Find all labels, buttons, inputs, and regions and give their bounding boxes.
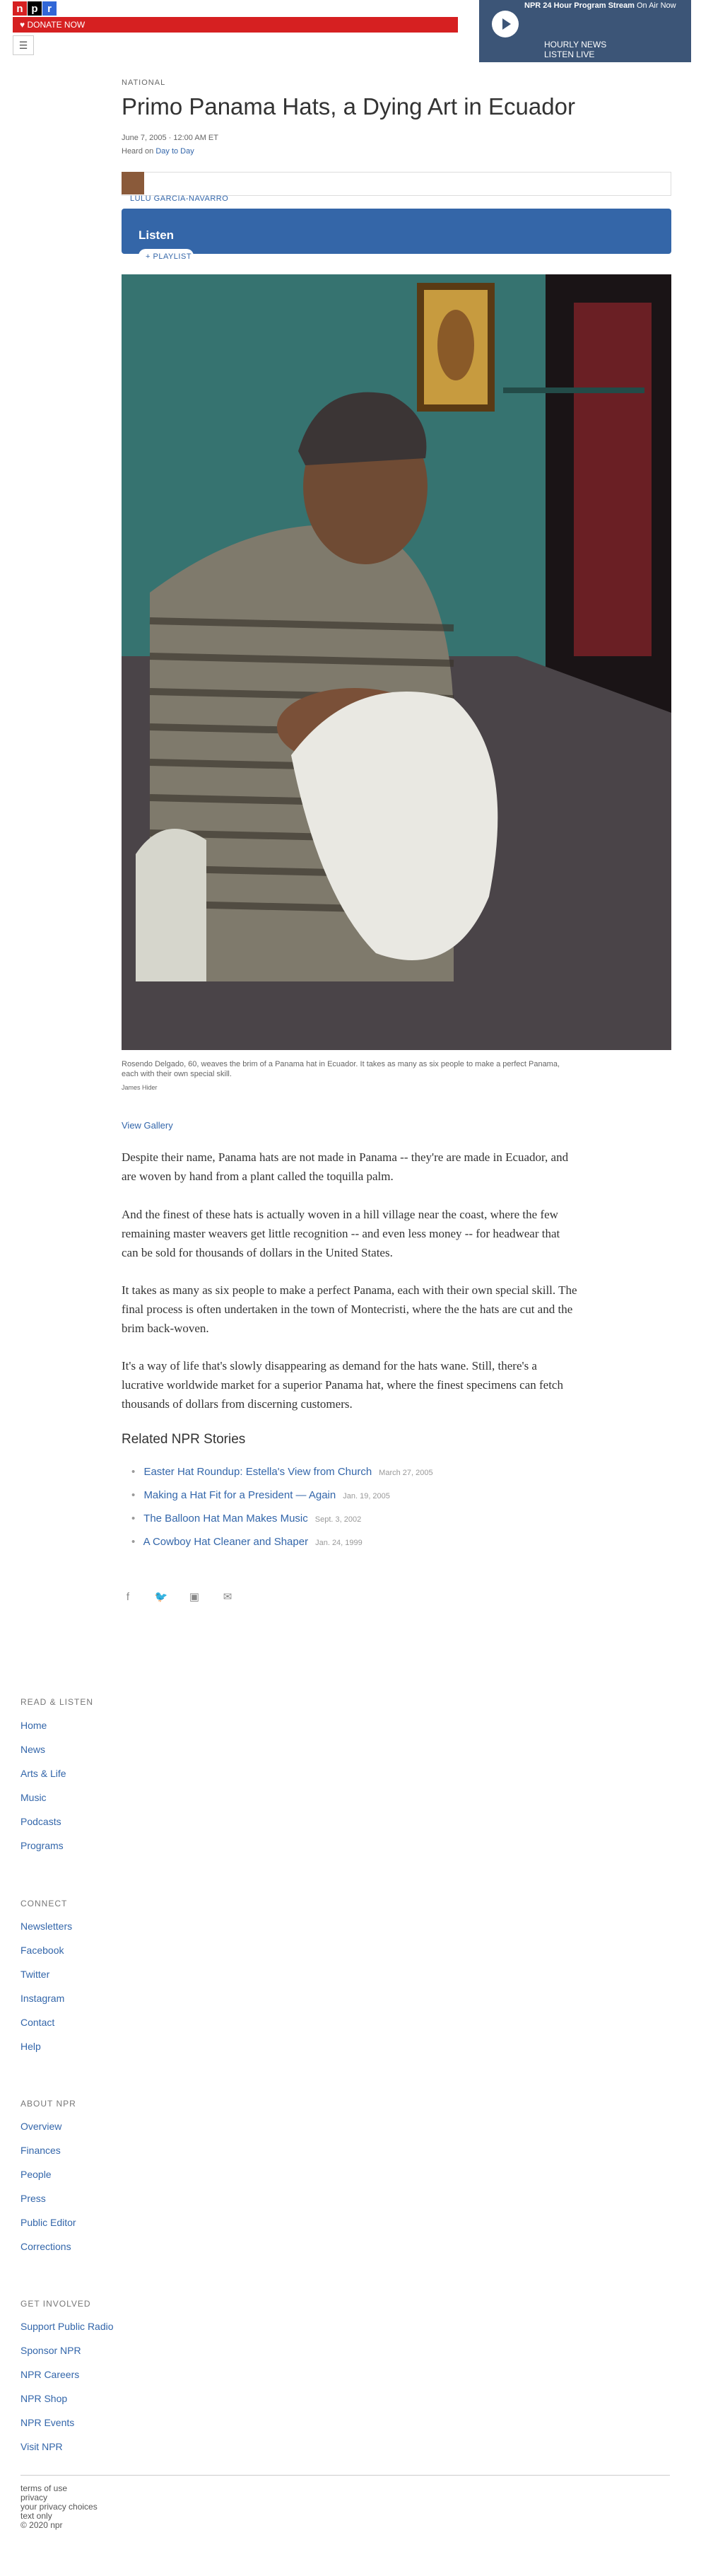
donate-button[interactable]: ♥ DONATE NOW <box>13 17 458 33</box>
heart-icon: ♥ <box>20 20 25 30</box>
related-story-title[interactable]: A Cowboy Hat Cleaner and Shaper <box>143 1536 308 1548</box>
plus-icon: + <box>146 252 151 261</box>
story-paragraph: Despite their name, Panama hats are not … <box>122 1150 569 1183</box>
footer-link-sponsor[interactable]: Sponsor NPR <box>20 2345 81 2356</box>
related-story-date: March 27, 2005 <box>379 1469 433 1477</box>
footer-heading: CONNECT <box>20 1899 68 1908</box>
related-story[interactable]: The Balloon Hat Man Makes Music Sept. 3, … <box>131 1513 361 1525</box>
related-story-title[interactable]: Making a Hat Fit for a President — Again <box>143 1489 336 1501</box>
related-story-title[interactable]: The Balloon Hat Man Makes Music <box>143 1513 308 1525</box>
footer-link-people[interactable]: People <box>20 2169 52 2180</box>
related-story-date: Jan. 19, 2005 <box>343 1492 390 1500</box>
footer-link-public-editor[interactable]: Public Editor <box>20 2217 76 2228</box>
related-story-date: Sept. 3, 2002 <box>314 1515 362 1524</box>
page-title: Primo Panama Hats, a Dying Art in Ecuado… <box>122 93 575 120</box>
logo-letter-r: r <box>42 1 57 16</box>
heard-on-prefix: Heard on <box>122 147 154 156</box>
footer-link-press[interactable]: Press <box>20 2193 46 2204</box>
byline <box>122 172 671 196</box>
facebook-icon[interactable]: f <box>122 1590 134 1603</box>
listen-label: Listen <box>139 228 175 242</box>
related-story[interactable]: Easter Hat Roundup: Estella's View from … <box>131 1466 433 1478</box>
section-label[interactable]: NATIONAL <box>122 78 165 87</box>
related-heading: Related NPR Stories <box>122 1432 246 1447</box>
article-photo[interactable] <box>122 274 671 1050</box>
footer-link-twitter[interactable]: Twitter <box>20 1969 49 1980</box>
footer-heading: GET INVOLVED <box>20 2299 91 2309</box>
story-paragraph: It takes as many as six people to make a… <box>122 1283 577 1335</box>
avatar <box>122 172 144 194</box>
show-link[interactable]: Day to Day <box>155 147 194 156</box>
play-icon[interactable] <box>492 11 519 37</box>
logo-letter-p: p <box>28 1 42 16</box>
privacy-link[interactable]: privacy <box>20 2493 47 2502</box>
listen-button[interactable]: Listen <box>122 209 671 254</box>
photo-illustration <box>122 274 671 1050</box>
playlist-button[interactable]: + PLAYLIST <box>139 249 194 264</box>
email-icon[interactable]: ✉ <box>221 1590 234 1603</box>
footer-link-support[interactable]: Support Public Radio <box>20 2321 114 2332</box>
hourly-news-link[interactable]: HOURLY NEWS <box>544 40 606 49</box>
footer-link-facebook[interactable]: Facebook <box>20 1945 64 1956</box>
story-paragraph: It's a way of life that's slowly disappe… <box>122 1359 563 1411</box>
footer-link-programs[interactable]: Programs <box>20 1840 64 1851</box>
copyright: © 2020 npr <box>20 2520 63 2530</box>
program-name: NPR 24 Hour Program Stream On Air Now <box>524 1 676 10</box>
twitter-icon[interactable]: 🐦 <box>155 1590 168 1603</box>
footer-link-events[interactable]: NPR Events <box>20 2417 74 2428</box>
author-link[interactable]: LULU GARCIA-NAVARRO <box>130 194 228 203</box>
footer-link-shop[interactable]: NPR Shop <box>20 2393 67 2404</box>
playlist-label: PLAYLIST <box>153 252 192 261</box>
live-player: NPR 24 Hour Program Stream On Air Now HO… <box>479 0 691 62</box>
related-story-date: Jan. 24, 1999 <box>315 1539 363 1547</box>
footer-link-help[interactable]: Help <box>20 2041 41 2052</box>
footer-link-overview[interactable]: Overview <box>20 2121 61 2132</box>
footer-link-visit[interactable]: Visit NPR <box>20 2441 63 2452</box>
related-story-title[interactable]: Easter Hat Roundup: Estella's View from … <box>143 1466 372 1478</box>
logo-letter-n: n <box>13 1 27 16</box>
footer-heading: READ & LISTEN <box>20 1697 94 1707</box>
footer-link-news[interactable]: News <box>20 1744 45 1755</box>
footer-link-instagram[interactable]: Instagram <box>20 1993 64 2004</box>
photo-caption: Rosendo Delgado, 60, weaves the brim of … <box>122 1060 560 1078</box>
related-story[interactable]: Making a Hat Fit for a President — Again… <box>131 1489 390 1501</box>
footer-link-home[interactable]: Home <box>20 1720 47 1731</box>
footer-link-contact[interactable]: Contact <box>20 2017 54 2028</box>
footer-link-finances[interactable]: Finances <box>20 2145 61 2156</box>
footer-link-podcasts[interactable]: Podcasts <box>20 1816 61 1827</box>
footer-link-arts-life[interactable]: Arts & Life <box>20 1768 66 1779</box>
donate-label: DONATE NOW <box>27 20 86 30</box>
footer-link-corrections[interactable]: Corrections <box>20 2241 71 2252</box>
view-gallery-link[interactable]: View Gallery <box>122 1120 173 1131</box>
text-only-link[interactable]: text only <box>20 2511 52 2521</box>
hamburger-icon: ☰ <box>18 39 28 51</box>
top-bar: n p r ♥ DONATE NOW ☰ NPR 24 Hour Program… <box>0 0 701 64</box>
footer-divider <box>20 2475 670 2476</box>
footer-link-newsletters[interactable]: Newsletters <box>20 1921 72 1932</box>
photo-credit: James Hider <box>122 1084 158 1091</box>
related-story[interactable]: A Cowboy Hat Cleaner and Shaper Jan. 24, … <box>131 1536 363 1548</box>
story-paragraph: And the finest of these hats is actually… <box>122 1208 560 1259</box>
listen-live-link[interactable]: LISTEN LIVE <box>544 49 594 59</box>
menu-button[interactable]: ☰ <box>13 35 34 55</box>
privacy-choices-link[interactable]: your privacy choices <box>20 2502 98 2512</box>
program-title: NPR 24 Hour Program Stream <box>524 1 635 10</box>
footer-link-careers[interactable]: NPR Careers <box>20 2369 79 2380</box>
on-air-label: On Air Now <box>636 1 676 10</box>
terms-link[interactable]: terms of use <box>20 2483 67 2493</box>
heard-on: Heard on Day to Day <box>122 147 194 156</box>
flipboard-icon[interactable]: ▣ <box>188 1590 201 1603</box>
article-date: June 7, 2005 · 12:00 AM ET <box>122 134 218 142</box>
footer-heading: ABOUT NPR <box>20 2099 76 2109</box>
footer-link-music[interactable]: Music <box>20 1792 47 1803</box>
npr-logo[interactable]: n p r <box>13 1 57 16</box>
